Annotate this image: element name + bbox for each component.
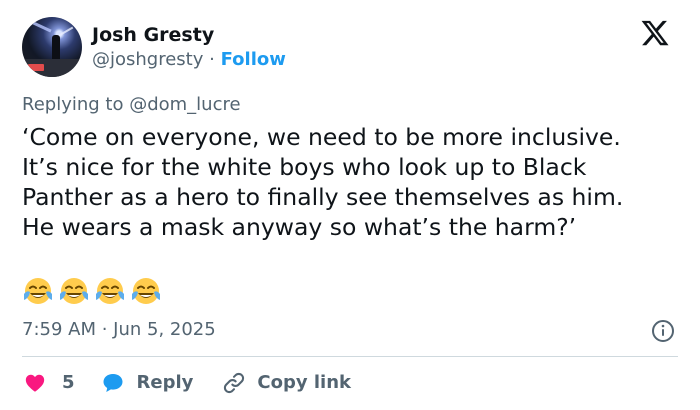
handle-separator: · bbox=[209, 49, 215, 70]
tears-of-joy-emoji-icon bbox=[96, 278, 124, 304]
tears-of-joy-emoji-icon bbox=[24, 278, 52, 304]
follow-button[interactable]: Follow bbox=[221, 49, 286, 70]
tears-of-joy-emoji-icon bbox=[132, 278, 160, 304]
avatar[interactable] bbox=[22, 17, 82, 77]
link-icon bbox=[224, 372, 245, 394]
tweet-embed-card: Josh Gresty @joshgresty · Follow Replyin… bbox=[0, 0, 700, 410]
tweet-timestamp[interactable]: 7:59 AM · Jun 5, 2025 bbox=[22, 318, 216, 342]
author-handle-row: @joshgresty · Follow bbox=[92, 48, 286, 72]
emoji-row bbox=[22, 276, 162, 308]
heart-icon bbox=[25, 374, 45, 392]
reply-label: Reply bbox=[136, 372, 194, 393]
tears-of-joy-emoji-icon bbox=[60, 278, 88, 304]
tweet-text: ‘Come on everyone, we need to be more in… bbox=[22, 123, 624, 241]
reply-bubble-icon bbox=[103, 374, 123, 392]
author-name[interactable]: Josh Gresty bbox=[92, 23, 214, 47]
action-bar: 5 Reply Copy link bbox=[24, 369, 351, 397]
reply-button[interactable]: Reply bbox=[101, 371, 194, 395]
author-handle[interactable]: @joshgresty bbox=[92, 49, 203, 70]
x-logo-icon[interactable] bbox=[640, 18, 670, 48]
copy-link-label: Copy link bbox=[257, 372, 351, 393]
copy-link-button[interactable]: Copy link bbox=[221, 370, 351, 396]
replying-to[interactable]: Replying to @dom_lucre bbox=[22, 93, 241, 117]
info-icon[interactable] bbox=[651, 319, 675, 343]
like-count: 5 bbox=[62, 372, 75, 393]
like-button[interactable]: 5 bbox=[24, 371, 75, 395]
divider bbox=[22, 356, 678, 357]
